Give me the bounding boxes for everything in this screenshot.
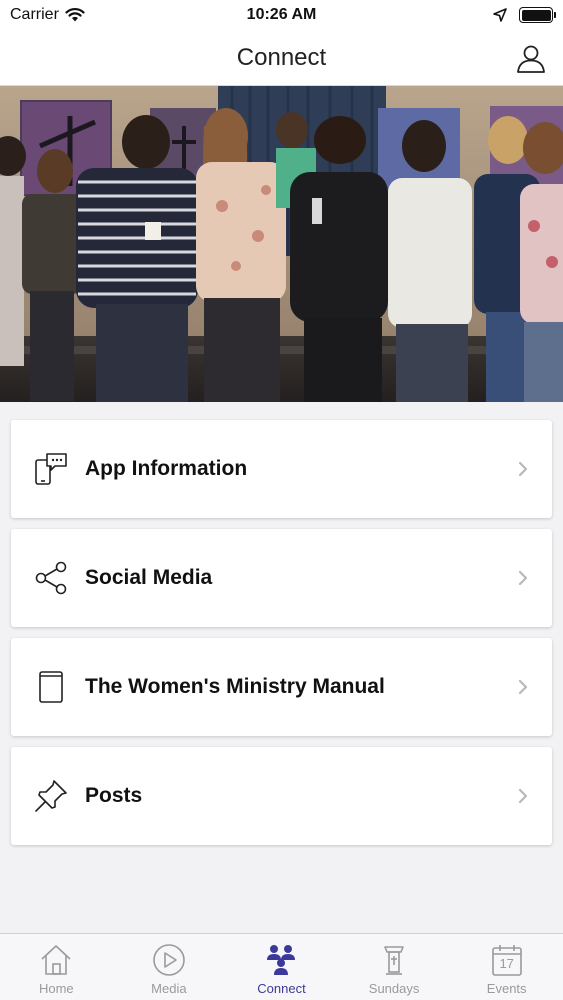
calendar-date: 17 xyxy=(499,956,514,971)
chevron-right-icon xyxy=(518,679,528,695)
carrier-label: Carrier xyxy=(10,6,59,23)
home-icon xyxy=(38,942,74,978)
share-icon xyxy=(33,560,69,596)
chevron-right-icon xyxy=(518,570,528,586)
connect-menu: App Information Social Media The Women's… xyxy=(11,420,552,856)
pulpit-icon xyxy=(376,942,412,978)
menu-item-label: App Information xyxy=(85,457,248,480)
menu-item-posts[interactable]: Posts xyxy=(11,747,552,845)
menu-item-social-media[interactable]: Social Media xyxy=(11,529,552,627)
tab-media[interactable]: Media xyxy=(113,934,226,1000)
book-icon xyxy=(33,669,69,705)
battery-icon xyxy=(519,7,556,23)
menu-item-label: The Women's Ministry Manual xyxy=(85,675,385,698)
tab-label: Events xyxy=(486,981,527,996)
tab-label: Connect xyxy=(257,981,306,996)
calendar-icon: 17 xyxy=(489,942,525,978)
phone-chat-icon xyxy=(33,451,69,487)
wifi-icon xyxy=(65,8,85,22)
location-arrow-icon xyxy=(493,8,507,22)
tab-label: Sundays xyxy=(368,981,420,996)
menu-item-label: Posts xyxy=(85,784,143,807)
nav-bar: Connect xyxy=(0,30,563,86)
tab-events[interactable]: 17 Events xyxy=(450,934,563,1000)
status-right xyxy=(493,7,556,23)
tab-connect[interactable]: Connect xyxy=(225,934,338,1000)
tab-home[interactable]: Home xyxy=(0,934,113,1000)
person-icon xyxy=(517,45,545,73)
hero-photo-illustration xyxy=(0,86,563,402)
tab-label: Home xyxy=(38,981,74,996)
status-left: Carrier xyxy=(10,6,85,24)
menu-item-womens-ministry-manual[interactable]: The Women's Ministry Manual xyxy=(11,638,552,736)
pin-icon xyxy=(33,778,69,814)
menu-item-label: Social Media xyxy=(85,566,213,589)
menu-item-app-information[interactable]: App Information xyxy=(11,420,552,518)
play-icon xyxy=(151,942,187,978)
tab-sundays[interactable]: Sundays xyxy=(338,934,451,1000)
page-title: Connect xyxy=(236,43,327,71)
profile-button[interactable] xyxy=(515,42,547,74)
tab-bar: Home Media Connect Sundays 17 Events xyxy=(0,933,563,1000)
people-icon xyxy=(263,942,299,978)
chevron-right-icon xyxy=(518,461,528,477)
hero-image xyxy=(0,86,563,402)
status-bar: Carrier 10:26 AM xyxy=(0,0,563,30)
chevron-right-icon xyxy=(518,788,528,804)
tab-label: Media xyxy=(151,981,187,996)
